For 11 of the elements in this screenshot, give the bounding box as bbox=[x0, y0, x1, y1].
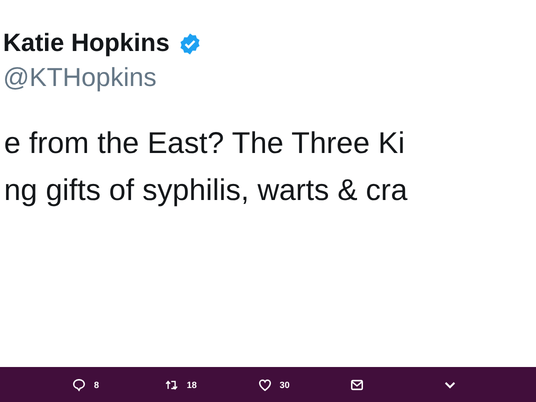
envelope-icon bbox=[350, 378, 364, 392]
author-name[interactable]: Katie Hopkins bbox=[3, 29, 170, 58]
tweet-text-line: ng gifts of syphilis, warts & cra bbox=[4, 173, 408, 209]
author-handle[interactable]: @KTHopkins bbox=[3, 62, 536, 93]
heart-icon bbox=[258, 378, 272, 392]
reply-button[interactable]: 8 bbox=[72, 378, 165, 392]
tweet-text-line: e from the East? The Three Ki bbox=[4, 126, 406, 162]
speech-bubble-icon bbox=[72, 378, 86, 392]
retweet-icon bbox=[164, 378, 179, 392]
retweet-button[interactable]: 18 bbox=[164, 378, 258, 392]
like-button[interactable]: 30 bbox=[258, 378, 350, 392]
